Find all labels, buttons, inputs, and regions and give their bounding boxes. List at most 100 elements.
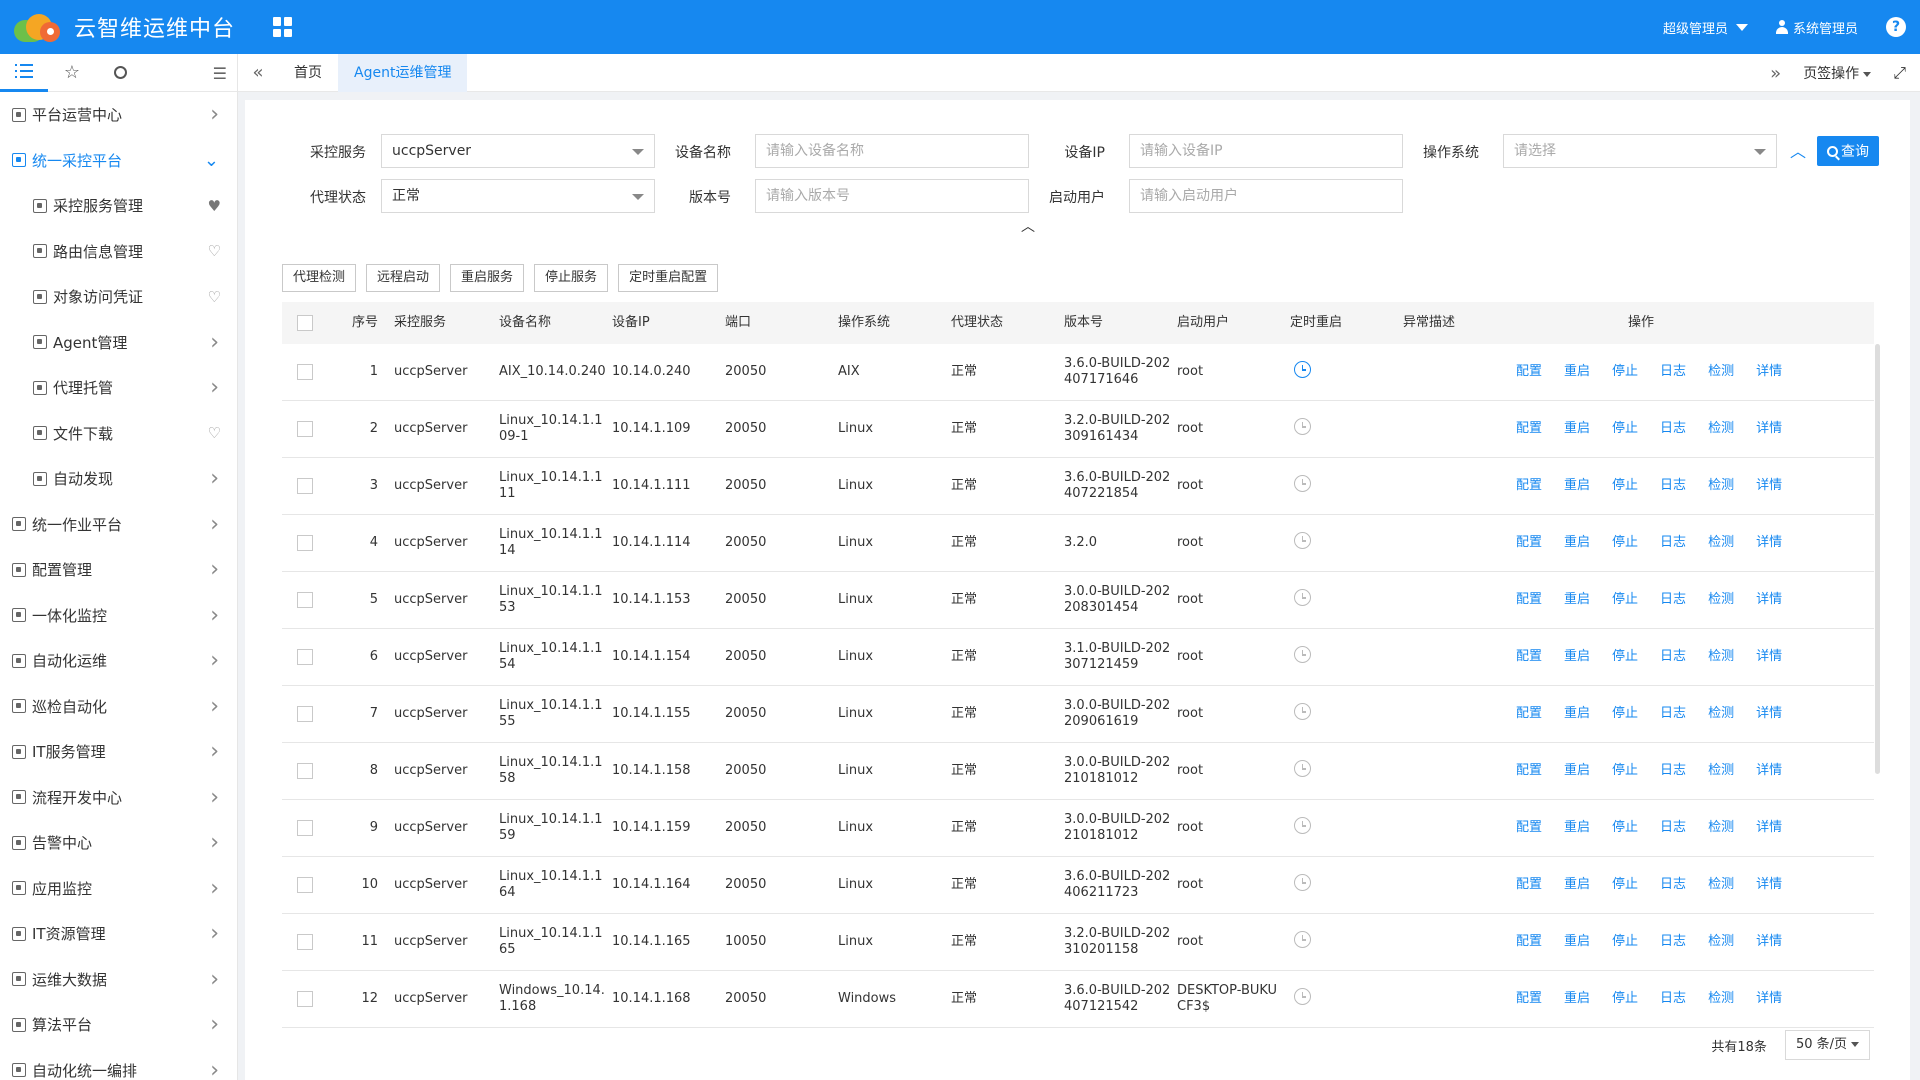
op-link-2[interactable]: 停止 — [1612, 763, 1638, 779]
op-link-3[interactable]: 日志 — [1660, 991, 1686, 1007]
op-link-3[interactable]: 日志 — [1660, 478, 1686, 494]
op-link-4[interactable]: 检测 — [1708, 364, 1734, 380]
op-link-0[interactable]: 配置 — [1516, 877, 1542, 893]
row-checkbox[interactable] — [297, 934, 313, 950]
clock-icon[interactable] — [1294, 646, 1311, 663]
op-link-4[interactable]: 检测 — [1708, 820, 1734, 836]
start-user-input[interactable]: 请输入启动用户 — [1129, 179, 1403, 213]
op-link-1[interactable]: 重启 — [1564, 877, 1590, 893]
op-link-1[interactable]: 重启 — [1564, 535, 1590, 551]
op-link-3[interactable]: 日志 — [1660, 592, 1686, 608]
collapse-filters-icon[interactable]: ︿ — [1790, 138, 1806, 162]
sidebar-item-17[interactable]: 应用监控 › — [0, 866, 237, 912]
op-link-3[interactable]: 日志 — [1660, 535, 1686, 551]
op-link-5[interactable]: 详情 — [1756, 934, 1782, 950]
op-link-5[interactable]: 详情 — [1756, 763, 1782, 779]
menu-list-tab[interactable] — [0, 54, 48, 92]
chevron-right-icon[interactable]: › — [210, 603, 219, 628]
sidebar-item-5[interactable]: Agent管理 › — [0, 320, 237, 366]
op-link-4[interactable]: 检测 — [1708, 649, 1734, 665]
device-name-input[interactable]: 请输入设备名称 — [755, 134, 1029, 168]
op-link-1[interactable]: 重启 — [1564, 706, 1590, 722]
sidebar-item-20[interactable]: 算法平台 › — [0, 1002, 237, 1048]
row-checkbox[interactable] — [297, 763, 313, 779]
op-link-1[interactable]: 重启 — [1564, 991, 1590, 1007]
clock-icon[interactable] — [1294, 589, 1311, 606]
service-select[interactable]: uccpServer — [381, 134, 655, 168]
agent-status-select[interactable]: 正常 — [381, 179, 655, 213]
chevron-right-icon[interactable]: › — [210, 1058, 219, 1080]
op-link-3[interactable]: 日志 — [1660, 649, 1686, 665]
chevron-right-icon[interactable]: › — [210, 330, 219, 355]
op-link-5[interactable]: 详情 — [1756, 991, 1782, 1007]
sidebar-item-11[interactable]: 一体化监控 › — [0, 593, 237, 639]
op-link-0[interactable]: 配置 — [1516, 535, 1542, 551]
clock-icon[interactable] — [1294, 760, 1311, 777]
sidebar-item-1[interactable]: 统一采控平台 ⌄ — [0, 138, 237, 184]
query-button[interactable]: 查询 — [1817, 136, 1879, 166]
heart-icon[interactable]: ♡ — [208, 288, 221, 306]
clock-icon[interactable] — [1294, 703, 1311, 720]
op-link-0[interactable]: 配置 — [1516, 421, 1542, 437]
op-link-2[interactable]: 停止 — [1612, 649, 1638, 665]
sidebar-item-13[interactable]: 巡检自动化 › — [0, 684, 237, 730]
clock-icon[interactable] — [1294, 874, 1311, 891]
sidebar-item-2[interactable]: 采控服务管理 ♥ — [0, 183, 237, 229]
sidebar-item-14[interactable]: IT服务管理 › — [0, 729, 237, 775]
clock-icon[interactable] — [1294, 988, 1311, 1005]
clock-icon[interactable] — [1294, 361, 1311, 378]
clock-icon[interactable] — [1294, 532, 1311, 549]
op-link-0[interactable]: 配置 — [1516, 820, 1542, 836]
sidebar-item-16[interactable]: 告警中心 › — [0, 820, 237, 866]
op-link-5[interactable]: 详情 — [1756, 706, 1782, 722]
op-link-3[interactable]: 日志 — [1660, 364, 1686, 380]
op-link-5[interactable]: 详情 — [1756, 820, 1782, 836]
chevron-up-icon[interactable]: ︿ — [1021, 216, 1035, 236]
op-link-1[interactable]: 重启 — [1564, 649, 1590, 665]
op-link-2[interactable]: 停止 — [1612, 820, 1638, 836]
op-link-0[interactable]: 配置 — [1516, 991, 1542, 1007]
op-link-1[interactable]: 重启 — [1564, 421, 1590, 437]
op-link-4[interactable]: 检测 — [1708, 934, 1734, 950]
device-ip-input[interactable]: 请输入设备IP — [1129, 134, 1403, 168]
sidebar-item-18[interactable]: IT资源管理 › — [0, 911, 237, 957]
sidebar-item-21[interactable]: 自动化统一编排 › — [0, 1048, 237, 1080]
clock-icon[interactable] — [1294, 475, 1311, 492]
op-link-5[interactable]: 详情 — [1756, 478, 1782, 494]
op-link-1[interactable]: 重启 — [1564, 478, 1590, 494]
row-checkbox[interactable] — [297, 706, 313, 722]
sidebar-item-3[interactable]: 路由信息管理 ♡ — [0, 229, 237, 275]
op-link-4[interactable]: 检测 — [1708, 478, 1734, 494]
op-link-1[interactable]: 重启 — [1564, 820, 1590, 836]
clock-icon[interactable] — [1294, 418, 1311, 435]
op-link-5[interactable]: 详情 — [1756, 649, 1782, 665]
op-link-3[interactable]: 日志 — [1660, 421, 1686, 437]
op-link-0[interactable]: 配置 — [1516, 478, 1542, 494]
sidebar-item-7[interactable]: 文件下载 ♡ — [0, 411, 237, 457]
sidebar-item-10[interactable]: 配置管理 › — [0, 547, 237, 593]
row-checkbox[interactable] — [297, 820, 313, 836]
collapse-menu-icon[interactable]: ☰ — [213, 64, 227, 83]
fullscreen-icon[interactable]: ⤢ — [1893, 63, 1906, 83]
row-checkbox[interactable] — [297, 649, 313, 665]
apps-grid-icon[interactable] — [273, 17, 293, 37]
row-checkbox[interactable] — [297, 364, 313, 380]
tab-actions-dropdown[interactable]: 页签操作 — [1803, 63, 1872, 83]
chevron-right-icon[interactable]: › — [210, 921, 219, 946]
sidebar-item-8[interactable]: 自动发现 › — [0, 456, 237, 502]
sidebar-item-19[interactable]: 运维大数据 › — [0, 957, 237, 1003]
chevron-right-icon[interactable]: › — [210, 739, 219, 764]
op-link-2[interactable]: 停止 — [1612, 421, 1638, 437]
op-link-3[interactable]: 日志 — [1660, 763, 1686, 779]
op-link-5[interactable]: 详情 — [1756, 421, 1782, 437]
op-link-3[interactable]: 日志 — [1660, 706, 1686, 722]
sidebar-item-0[interactable]: 平台运营中心 › — [0, 92, 237, 138]
chevron-right-icon[interactable]: › — [210, 375, 219, 400]
op-link-2[interactable]: 停止 — [1612, 877, 1638, 893]
clock-icon[interactable] — [1294, 931, 1311, 948]
chevron-right-icon[interactable]: › — [210, 648, 219, 673]
role-dropdown[interactable]: 超级管理员 — [1663, 18, 1748, 37]
clock-icon[interactable] — [1294, 817, 1311, 834]
tab-home[interactable]: 首页 — [278, 54, 338, 92]
chevron-right-icon[interactable]: › — [210, 694, 219, 719]
